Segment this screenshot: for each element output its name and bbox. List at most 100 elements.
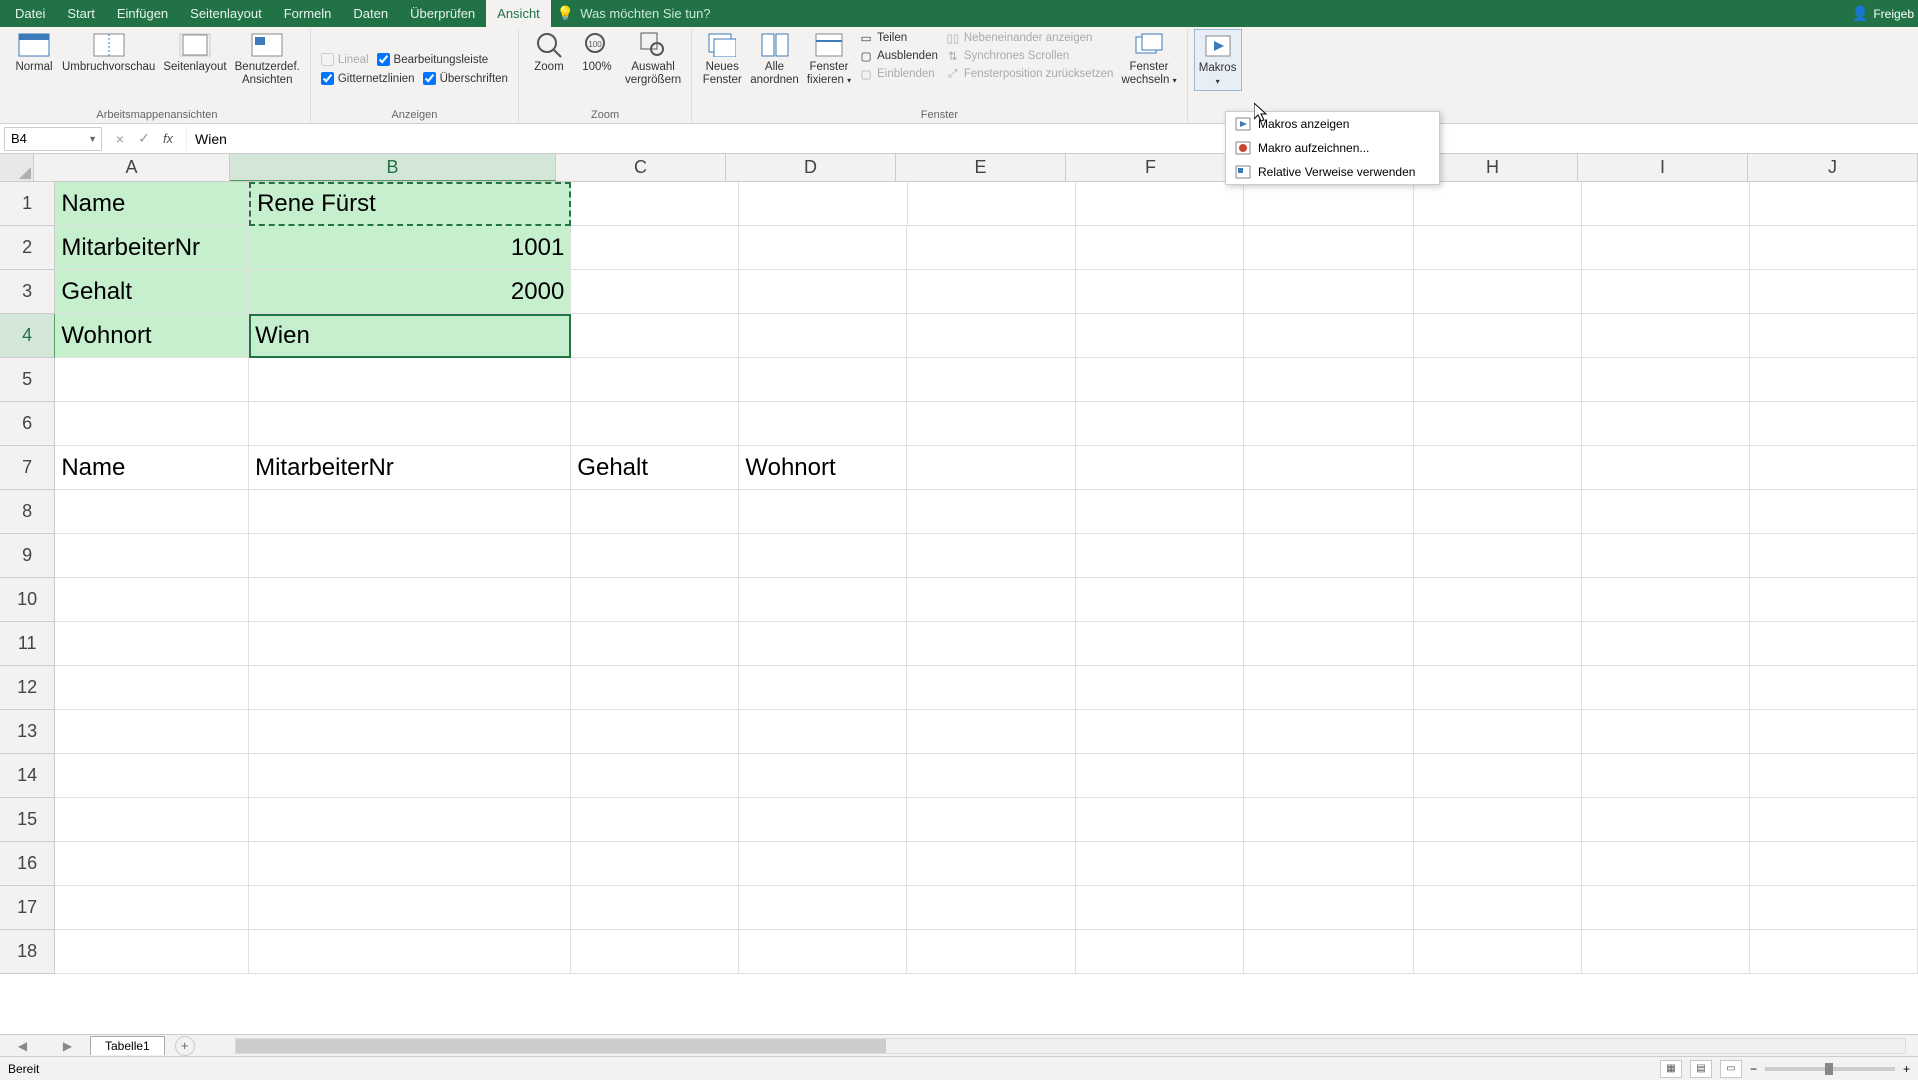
chevron-right-icon[interactable]: ▶: [63, 1039, 72, 1053]
cell-F2[interactable]: [1076, 226, 1244, 270]
cell-H16[interactable]: [1414, 842, 1582, 886]
cell-E1[interactable]: [908, 182, 1076, 226]
macros-button[interactable]: Makros ▾: [1194, 29, 1242, 91]
cell-E16[interactable]: [907, 842, 1075, 886]
macros-record-item[interactable]: Makro aufzeichnen...: [1226, 136, 1439, 160]
cell-D10[interactable]: [739, 578, 907, 622]
cell-B12[interactable]: [249, 666, 571, 710]
cell-F10[interactable]: [1076, 578, 1244, 622]
hide-button[interactable]: ▢Ausblenden: [859, 49, 938, 63]
cell-I11[interactable]: [1582, 622, 1750, 666]
column-header-B[interactable]: B: [230, 154, 556, 181]
zoom-100-button[interactable]: 100 100%: [573, 29, 621, 76]
cell-F5[interactable]: [1076, 358, 1244, 402]
cell-F14[interactable]: [1076, 754, 1244, 798]
cell-G1[interactable]: [1244, 182, 1414, 226]
cell-H7[interactable]: [1414, 446, 1582, 490]
cell-J3[interactable]: [1750, 270, 1918, 314]
cell-A16[interactable]: [55, 842, 249, 886]
cell-B13[interactable]: [249, 710, 571, 754]
view-break-status-button[interactable]: ▭: [1720, 1060, 1742, 1078]
cell-A7[interactable]: Name: [55, 446, 249, 490]
zoom-in-button[interactable]: +: [1903, 1062, 1910, 1076]
cell-A18[interactable]: [55, 930, 249, 974]
cell-J14[interactable]: [1750, 754, 1918, 798]
cell-D11[interactable]: [739, 622, 907, 666]
cell-B7[interactable]: MitarbeiterNr: [249, 446, 571, 490]
chevron-left-icon[interactable]: ◀: [18, 1039, 27, 1053]
cell-F9[interactable]: [1076, 534, 1244, 578]
cell-E3[interactable]: [907, 270, 1075, 314]
cell-H3[interactable]: [1414, 270, 1582, 314]
cell-F4[interactable]: [1076, 314, 1244, 358]
cell-I7[interactable]: [1582, 446, 1750, 490]
cell-D15[interactable]: [739, 798, 907, 842]
row-header-6[interactable]: 6: [0, 402, 55, 446]
row-header-1[interactable]: 1: [0, 182, 55, 226]
cell-H14[interactable]: [1414, 754, 1582, 798]
cell-D7[interactable]: Wohnort: [739, 446, 907, 490]
cell-E15[interactable]: [907, 798, 1075, 842]
cell-I14[interactable]: [1582, 754, 1750, 798]
cell-G14[interactable]: [1244, 754, 1414, 798]
cell-F16[interactable]: [1076, 842, 1244, 886]
cell-H12[interactable]: [1414, 666, 1582, 710]
cell-C14[interactable]: [571, 754, 739, 798]
cell-C10[interactable]: [571, 578, 739, 622]
cell-I17[interactable]: [1582, 886, 1750, 930]
cell-J1[interactable]: [1750, 182, 1918, 226]
formula-bar-checkbox[interactable]: Bearbeitungsleiste: [377, 53, 489, 66]
column-header-C[interactable]: C: [556, 154, 726, 181]
cell-E11[interactable]: [907, 622, 1075, 666]
menu-tab-daten[interactable]: Daten: [342, 0, 399, 27]
cell-C4[interactable]: [571, 314, 739, 358]
cell-A12[interactable]: [55, 666, 249, 710]
cell-H8[interactable]: [1414, 490, 1582, 534]
column-header-A[interactable]: A: [34, 154, 230, 181]
zoom-button[interactable]: Zoom: [525, 29, 573, 76]
cell-J2[interactable]: [1750, 226, 1918, 270]
cell-E9[interactable]: [907, 534, 1075, 578]
cell-E4[interactable]: [907, 314, 1075, 358]
tell-me-search[interactable]: 💡 Was möchten Sie tun?: [557, 5, 711, 22]
view-normal-status-button[interactable]: ▦: [1660, 1060, 1682, 1078]
menu-tab-formeln[interactable]: Formeln: [273, 0, 343, 27]
cell-G4[interactable]: [1244, 314, 1414, 358]
share-button[interactable]: 👤 Freigeb: [1852, 5, 1914, 22]
cancel-formula-button[interactable]: ×: [108, 131, 132, 147]
cell-F8[interactable]: [1076, 490, 1244, 534]
cell-E8[interactable]: [907, 490, 1075, 534]
enter-formula-button[interactable]: ✓: [132, 130, 156, 147]
cell-H5[interactable]: [1414, 358, 1582, 402]
cell-I9[interactable]: [1582, 534, 1750, 578]
row-header-17[interactable]: 17: [0, 886, 55, 930]
cell-G13[interactable]: [1244, 710, 1414, 754]
cell-J18[interactable]: [1750, 930, 1918, 974]
cell-J5[interactable]: [1750, 358, 1918, 402]
cell-C9[interactable]: [571, 534, 739, 578]
cell-G11[interactable]: [1244, 622, 1414, 666]
cell-H18[interactable]: [1414, 930, 1582, 974]
cell-A6[interactable]: [55, 402, 249, 446]
cell-D1[interactable]: [739, 182, 907, 226]
view-custom-views-button[interactable]: Benutzerdef. Ansichten: [231, 29, 304, 89]
cell-A17[interactable]: [55, 886, 249, 930]
cell-B15[interactable]: [249, 798, 571, 842]
cell-D3[interactable]: [739, 270, 907, 314]
cell-G5[interactable]: [1244, 358, 1414, 402]
cell-G16[interactable]: [1244, 842, 1414, 886]
menu-tab-seitenlayout[interactable]: Seitenlayout: [179, 0, 273, 27]
row-header-14[interactable]: 14: [0, 754, 55, 798]
scrollbar-thumb[interactable]: [236, 1039, 886, 1053]
row-header-15[interactable]: 15: [0, 798, 55, 842]
cell-G10[interactable]: [1244, 578, 1414, 622]
cell-G8[interactable]: [1244, 490, 1414, 534]
cell-D16[interactable]: [739, 842, 907, 886]
view-page-break-button[interactable]: Umbruchvorschau: [58, 29, 159, 76]
cell-C17[interactable]: [571, 886, 739, 930]
cell-G7[interactable]: [1244, 446, 1414, 490]
view-page-layout-button[interactable]: Seitenlayout: [159, 29, 230, 76]
cell-F1[interactable]: [1076, 182, 1244, 226]
column-header-J[interactable]: J: [1748, 154, 1918, 181]
cell-J8[interactable]: [1750, 490, 1918, 534]
